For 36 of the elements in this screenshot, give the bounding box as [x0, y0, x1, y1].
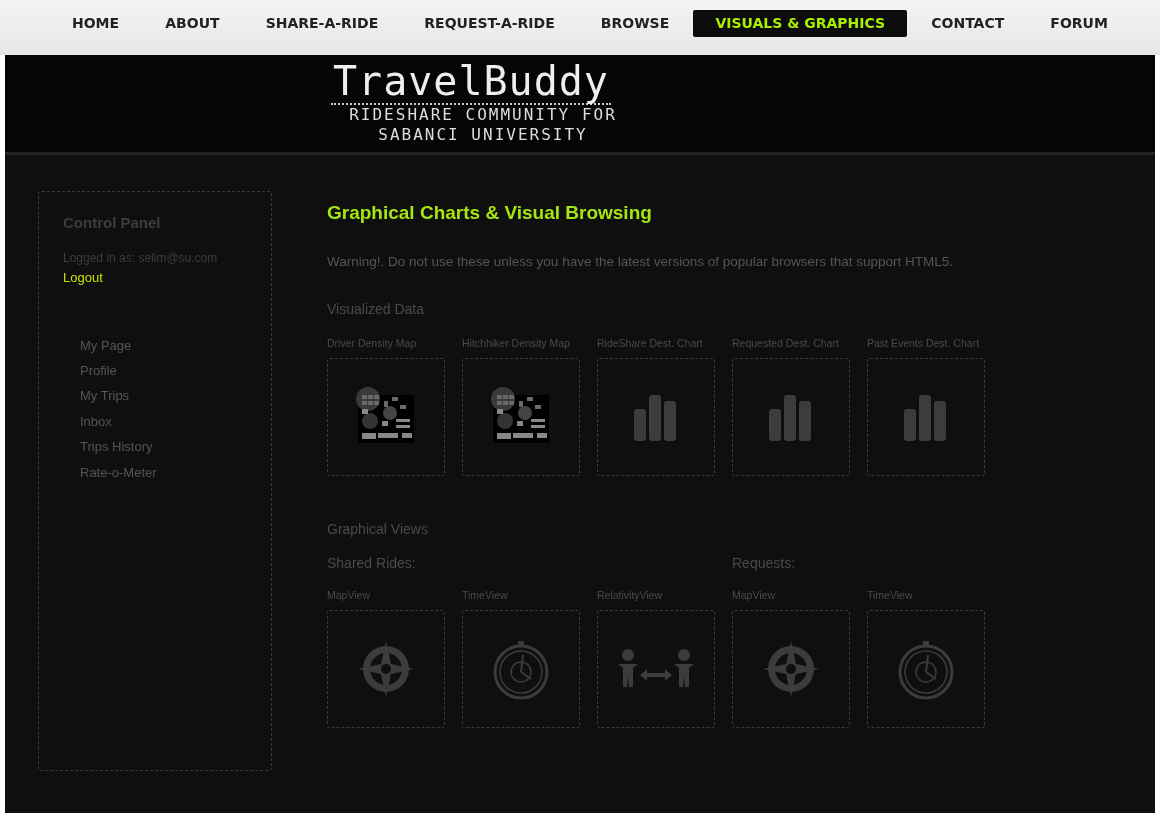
group-title: Shared Rides: [327, 554, 417, 574]
view-tile[interactable] [327, 610, 445, 729]
nav-tab[interactable]: VISUALS & GRAPHICS [693, 10, 908, 37]
view-tile[interactable] [732, 358, 850, 477]
logout-link[interactable]: Logout [63, 269, 103, 285]
tagline: RIDESHARE COMMUNITY FOR [348, 105, 618, 125]
view-tile[interactable] [462, 358, 580, 477]
view-tile[interactable] [867, 358, 985, 477]
nav-tab[interactable]: ABOUT [143, 10, 242, 37]
logo-text: TravelBuddy [331, 59, 611, 105]
section-title: Graphical Views [327, 520, 429, 540]
nav-tab[interactable]: BROWSE [578, 10, 692, 37]
view-tile[interactable] [597, 610, 715, 729]
tile-label: MapView [732, 588, 776, 604]
view-tile[interactable] [462, 610, 580, 729]
tile-label: RideShare Dest. Chart [597, 336, 704, 352]
tile-label: Past Events Dest. Chart [867, 336, 981, 352]
tile-label: MapView [327, 588, 371, 604]
nav-tab[interactable]: REQUEST-A-RIDE [402, 10, 577, 37]
nav-tab[interactable]: FORUM [1028, 10, 1130, 37]
nav-tab[interactable]: HOME [50, 10, 142, 37]
view-tile[interactable] [867, 610, 985, 729]
tile-label: Driver Density Map [327, 336, 418, 352]
view-tile[interactable] [597, 358, 715, 477]
view-tile[interactable] [327, 358, 445, 477]
tile-label: TimeView [867, 588, 914, 604]
page-heading: Graphical Charts & Visual Browsing [327, 202, 653, 225]
tile-label: TimeView [462, 588, 509, 604]
warning-text: Warning!. Do not use these unless you have the latest versions of popular browsers that support HTML5. [327, 252, 955, 271]
section-title: Visualized Data [327, 300, 426, 320]
group-title: Requests: [732, 554, 797, 574]
view-tile[interactable] [732, 610, 850, 729]
nav-tab[interactable]: CONTACT [909, 10, 1027, 37]
tagline: SABANCI UNIVERSITY [377, 125, 589, 145]
tile-label: RelativityView [597, 588, 664, 604]
nav-tab[interactable]: SHARE-A-RIDE [243, 10, 401, 37]
